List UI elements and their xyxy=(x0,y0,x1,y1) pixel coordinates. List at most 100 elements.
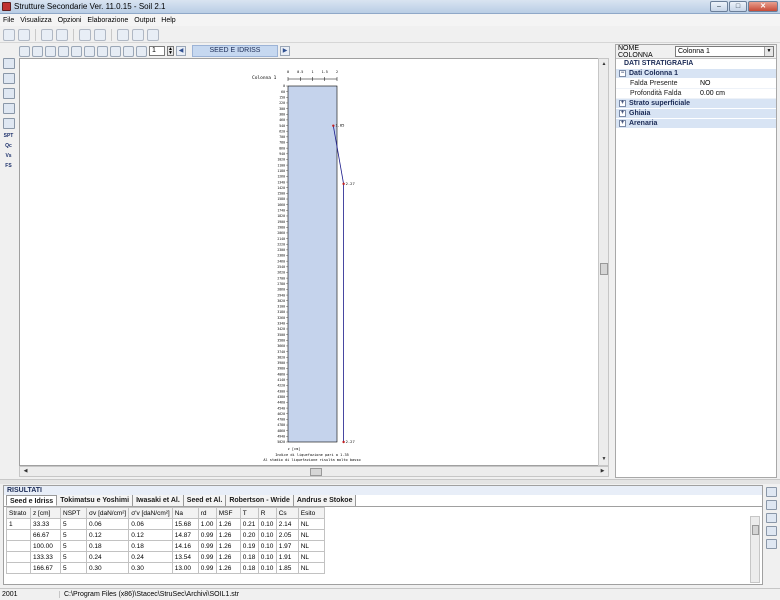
page-spinner[interactable]: ▲ ▼ xyxy=(167,46,174,56)
column-header[interactable]: Cs xyxy=(275,507,299,519)
page-number-input[interactable]: 1 xyxy=(149,46,165,56)
vs-button[interactable]: Vs xyxy=(2,153,16,159)
document-icon[interactable] xyxy=(766,513,777,523)
email-icon[interactable] xyxy=(84,45,95,57)
status-file-path: C:\Program Files (x86)\Stacec\StruSec\Ar… xyxy=(64,591,240,598)
table-row[interactable]: 133.33 5 0.24 0.24 13.54 0.99 1.26 0.18 0.10 1.91… xyxy=(6,551,325,563)
table-cell: 66.67 xyxy=(30,529,61,541)
expand-icon[interactable]: + xyxy=(619,110,626,117)
new-file-icon[interactable] xyxy=(3,28,15,41)
results-scrollbar[interactable] xyxy=(750,516,760,583)
table-row[interactable]: 66.67 5 0.12 0.12 14.87 0.99 1.26 0.20 0.10 2.05 N… xyxy=(6,529,325,541)
column-header[interactable]: σv [daN/cm²] xyxy=(85,507,130,519)
spt-button[interactable]: SPT xyxy=(2,133,16,139)
result-tab[interactable]: Iwasaki et Al. xyxy=(133,495,184,506)
menu-help[interactable]: Help xyxy=(161,17,175,24)
tools-icon[interactable] xyxy=(71,45,82,57)
property-value[interactable]: NO xyxy=(700,79,776,88)
open-folder-icon[interactable] xyxy=(18,28,30,41)
zoom-in-icon[interactable] xyxy=(32,45,43,57)
close-button[interactable]: ✕ xyxy=(748,1,778,12)
edit-icon[interactable] xyxy=(2,58,15,69)
maximize-button[interactable]: □ xyxy=(729,1,747,12)
left-toolbar: SPT Qc Vs FS xyxy=(0,44,17,194)
scroll-right-icon[interactable]: ▶ xyxy=(598,467,607,476)
scroll-thumb[interactable] xyxy=(310,468,322,476)
copy-icon[interactable] xyxy=(110,45,121,57)
layers-icon[interactable] xyxy=(2,73,15,84)
info-icon[interactable] xyxy=(132,28,144,41)
menu-visualizza[interactable]: Visualizza xyxy=(20,17,51,24)
scroll-down-icon[interactable]: ▼ xyxy=(600,455,608,464)
print-icon[interactable] xyxy=(56,28,68,41)
table-row[interactable]: 1 33.33 5 0.06 0.06 15.68 1.00 1.26 0.21 0.10 2.14… xyxy=(6,518,325,530)
save-results-icon[interactable] xyxy=(766,526,777,536)
column-header[interactable]: R xyxy=(257,507,277,519)
help-icon[interactable] xyxy=(117,28,129,41)
column-header[interactable]: rd xyxy=(197,507,217,519)
column-header[interactable]: MSF xyxy=(215,507,241,519)
next-view-icon[interactable]: ▶ xyxy=(280,46,290,56)
print-preview-icon[interactable] xyxy=(97,45,108,57)
column-header[interactable]: Na xyxy=(171,507,199,519)
table-view-icon[interactable] xyxy=(766,500,777,510)
result-tab[interactable]: Seed et Al. xyxy=(183,495,227,506)
scroll-thumb[interactable] xyxy=(600,263,608,275)
menu-file[interactable]: File xyxy=(3,17,14,24)
zoom-out-icon[interactable] xyxy=(45,45,56,57)
column-header[interactable]: Esito xyxy=(297,507,325,519)
expand-icon[interactable]: + xyxy=(619,100,626,107)
page-icon[interactable] xyxy=(2,103,15,114)
chart-vertical-scrollbar[interactable]: ▲ ▼ xyxy=(598,58,609,466)
fs-button[interactable]: FS xyxy=(2,163,16,169)
print-results-icon[interactable] xyxy=(766,539,777,549)
table-row[interactable]: 166.67 5 0.30 0.30 13.00 0.99 1.26 0.18 0.10 1.85… xyxy=(6,562,325,574)
scroll-thumb[interactable] xyxy=(752,525,759,535)
zoom-window-icon[interactable] xyxy=(58,45,69,57)
column-select[interactable]: Colonna 1 ▼ xyxy=(675,46,774,57)
previous-view-icon[interactable]: ◀ xyxy=(176,46,186,56)
table-row[interactable]: 100.00 5 0.18 0.18 14.16 0.99 1.26 0.19 0.10 1.97… xyxy=(6,540,325,552)
minimize-button[interactable]: – xyxy=(710,1,728,12)
tree-category[interactable]: + Ghiaia xyxy=(616,109,776,119)
tree-category[interactable]: + Arenaria xyxy=(616,119,776,129)
zoom-fit-icon[interactable] xyxy=(19,45,30,57)
result-tab[interactable]: Andrus e Stokoe xyxy=(293,495,357,506)
result-tab[interactable]: Seed e Idriss xyxy=(6,495,58,506)
column-header[interactable]: σ'v [daN/cm²] xyxy=(128,507,173,519)
property-value[interactable]: 0.00 cm xyxy=(700,89,776,98)
chart-horizontal-scrollbar[interactable]: ◀ ▶ xyxy=(19,466,609,477)
scroll-up-icon[interactable]: ▲ xyxy=(600,60,608,69)
result-tab[interactable]: Tokimatsu e Yoshimi xyxy=(57,495,134,506)
menu-output[interactable]: Output xyxy=(134,17,155,24)
save-icon[interactable] xyxy=(41,28,53,41)
chevron-down-icon[interactable]: ▼ xyxy=(764,47,773,56)
tree-category[interactable]: − Dati Colonna 1 xyxy=(616,69,776,79)
result-tab[interactable]: Robertson - Wride xyxy=(226,495,294,506)
column-header[interactable]: NSPT xyxy=(60,507,87,519)
expand-icon[interactable]: + xyxy=(619,120,626,127)
column-header[interactable]: T xyxy=(239,507,259,519)
panel-splitter[interactable] xyxy=(0,479,780,484)
qc-button[interactable]: Qc xyxy=(2,143,16,149)
grid-icon[interactable] xyxy=(2,118,15,129)
y-tick-label: 2860 xyxy=(277,288,285,292)
collapse-icon[interactable]: − xyxy=(619,70,626,77)
options-dropdown-icon[interactable] xyxy=(136,45,147,57)
report-icon[interactable] xyxy=(94,28,106,41)
property-row[interactable]: Profondità Falda 0.00 cm xyxy=(616,89,776,99)
table-icon[interactable] xyxy=(2,88,15,99)
user-icon[interactable] xyxy=(147,28,159,41)
tree-category[interactable]: + Strato superficiale xyxy=(616,99,776,109)
close-results-icon[interactable] xyxy=(766,487,777,497)
column-header[interactable]: z [cm] xyxy=(30,507,61,519)
soil-column xyxy=(287,85,338,443)
menu-opzioni[interactable]: Opzioni xyxy=(58,17,82,24)
document-icon[interactable] xyxy=(79,28,91,41)
y-tick-label: 4460 xyxy=(277,401,285,405)
export-icon[interactable] xyxy=(123,45,134,57)
scroll-left-icon[interactable]: ◀ xyxy=(21,467,30,476)
menu-elaborazione[interactable]: Elaborazione xyxy=(87,17,128,24)
column-header[interactable]: Strato xyxy=(6,507,31,519)
property-row[interactable]: Falda Presente NO xyxy=(616,79,776,89)
